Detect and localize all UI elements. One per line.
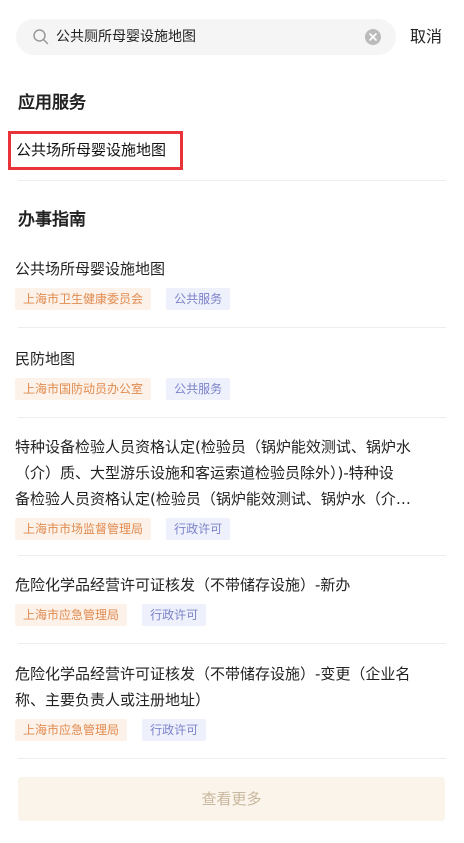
search-query: 公共厕所母婴设施地图 bbox=[56, 29, 196, 45]
org-tag: 上海市国防动员办公室 bbox=[15, 378, 152, 400]
clear-icon[interactable] bbox=[364, 28, 382, 46]
divider bbox=[18, 327, 446, 328]
divider bbox=[18, 643, 446, 644]
category-tag: 公共服务 bbox=[166, 378, 231, 400]
view-more-button[interactable]: 查看更多 bbox=[18, 777, 445, 821]
guide-item-title: 民防地图 bbox=[15, 350, 76, 368]
guide-item-title: 危险化学品经营许可证核发（不带储存设施）-新办 bbox=[15, 576, 351, 594]
category-tag: 行政许可 bbox=[166, 518, 231, 540]
guide-item[interactable]: 危险化学品经营许可证核发（不带储存设施）-变更（企业名 称、主要负责人或注册地址… bbox=[15, 661, 445, 741]
guide-item-title-line: 特种设备检验人员资格认定(检验员（锅炉能效测试、锅炉水 bbox=[15, 438, 411, 456]
app-service-item[interactable]: 公共场所母婴设施地图 bbox=[8, 131, 183, 170]
org-tag: 上海市应急管理局 bbox=[15, 604, 128, 626]
app-service-item-label: 公共场所母婴设施地图 bbox=[16, 141, 167, 159]
section-title-guides: 办事指南 bbox=[18, 210, 86, 230]
guide-item[interactable]: 民防地图 上海市国防动员办公室 公共服务 bbox=[15, 346, 445, 400]
guide-item[interactable]: 公共场所母婴设施地图 上海市卫生健康委员会 公共服务 bbox=[15, 256, 445, 310]
divider bbox=[18, 180, 446, 181]
category-tag: 行政许可 bbox=[142, 719, 207, 741]
guide-item-title-line: 危险化学品经营许可证核发（不带储存设施）-变更（企业名 bbox=[15, 665, 411, 683]
divider bbox=[18, 758, 446, 759]
section-title-app-services: 应用服务 bbox=[18, 93, 86, 113]
guide-item-title-line: （介）质、大型游乐设施和客运索道检验员除外）)-特种设 bbox=[15, 464, 394, 482]
category-tag: 公共服务 bbox=[166, 288, 231, 310]
search-bar: 公共厕所母婴设施地图 取消 bbox=[16, 19, 456, 55]
search-icon bbox=[33, 29, 49, 45]
divider bbox=[18, 555, 446, 556]
org-tag: 上海市卫生健康委员会 bbox=[15, 288, 152, 310]
guide-item-title-line: 称、主要负责人或注册地址） bbox=[15, 691, 211, 709]
org-tag: 上海市应急管理局 bbox=[15, 719, 128, 741]
guide-item-title: 公共场所母婴设施地图 bbox=[15, 260, 166, 278]
category-tag: 行政许可 bbox=[142, 604, 207, 626]
guide-item-title-line: 备检验人员资格认定(检验员（锅炉能效测试、锅炉水（介… bbox=[15, 490, 411, 508]
org-tag: 上海市市场监督管理局 bbox=[15, 518, 152, 540]
guide-item[interactable]: 危险化学品经营许可证核发（不带储存设施）-新办 上海市应急管理局 行政许可 bbox=[15, 572, 445, 626]
search-input[interactable]: 公共厕所母婴设施地图 bbox=[16, 19, 396, 55]
guide-item[interactable]: 特种设备检验人员资格认定(检验员（锅炉能效测试、锅炉水 （介）质、大型游乐设施和… bbox=[15, 434, 445, 540]
divider bbox=[18, 417, 446, 418]
cancel-button[interactable]: 取消 bbox=[410, 19, 442, 55]
